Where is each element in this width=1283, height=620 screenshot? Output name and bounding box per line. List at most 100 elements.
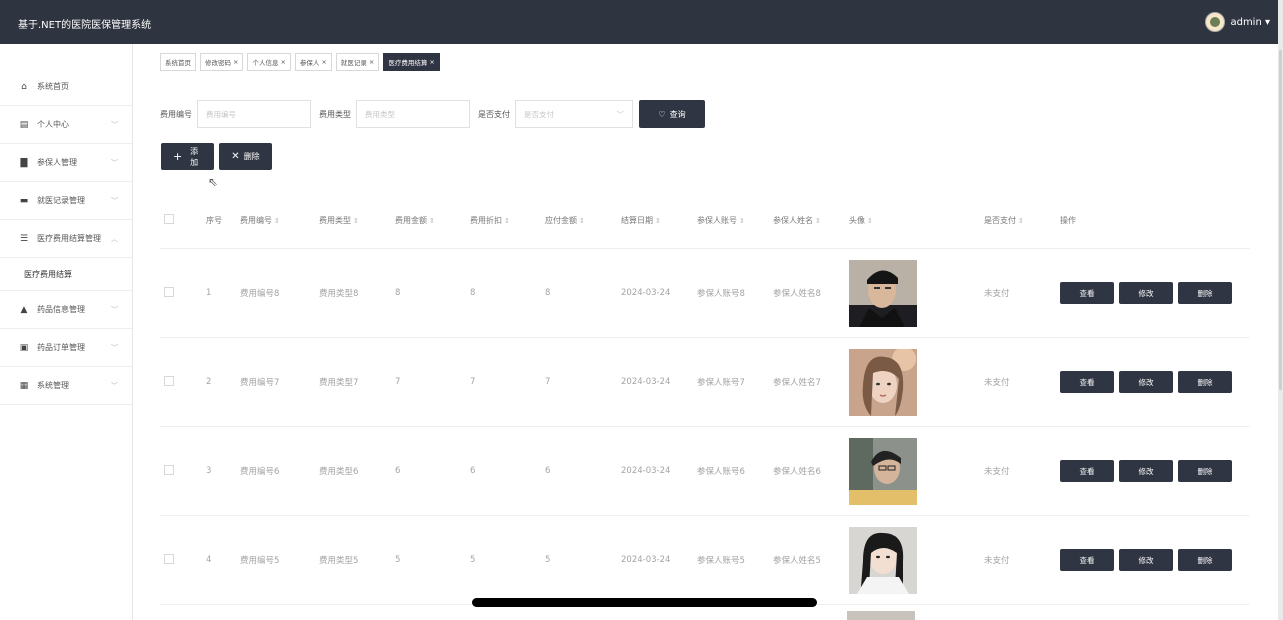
clipboard-icon: ▣ — [19, 342, 29, 353]
action-buttons: + 添加 ✕ 删除 — [161, 143, 272, 170]
column-header[interactable]: 费用折扣 ⇕ — [466, 192, 541, 249]
sidebar-item[interactable]: ▲ 药品信息管理 ﹀ — [0, 291, 132, 329]
tab[interactable]: 参保人 × — [294, 53, 332, 71]
column-header[interactable]: 结算日期 ⇕ — [617, 192, 693, 249]
tab-close-icon[interactable]: × — [369, 58, 374, 66]
row-actions-cell: 查看 修改 删除 — [1056, 248, 1250, 338]
chevron-down-icon: ﹀ — [111, 381, 118, 390]
column-header[interactable]: 参保人账号 ⇕ — [693, 192, 769, 249]
sidebar-item[interactable]: ▇ 参保人管理 ﹀ — [0, 144, 132, 182]
column-header-label: 操作 — [1060, 215, 1076, 225]
tab-label: 系统首页 — [165, 59, 191, 67]
tab-close-icon[interactable]: × — [321, 58, 326, 66]
column-header-label: 费用类型 — [319, 215, 351, 225]
row-checkbox[interactable] — [164, 286, 174, 297]
fee-code-cell: 费用编号5 — [236, 515, 315, 605]
sort-icon[interactable]: ⇕ — [1018, 217, 1024, 225]
page-scrollbar[interactable] — [1278, 0, 1283, 620]
close-icon: ✕ — [231, 151, 240, 162]
delete-selected-button[interactable]: ✕ 删除 — [219, 143, 272, 170]
avatar[interactable] — [849, 526, 917, 594]
edit-button[interactable]: 修改 — [1119, 549, 1173, 571]
user-avatar-icon[interactable] — [1205, 12, 1226, 32]
add-button[interactable]: + 添加 — [161, 143, 214, 170]
paid-status-cell: 未支付 — [980, 337, 1056, 427]
user-menu[interactable]: admin ▾ — [1205, 12, 1270, 32]
username-label[interactable]: admin ▾ — [1230, 17, 1270, 28]
row-checkbox[interactable] — [164, 464, 174, 475]
sidebar-item-label: 系统管理 — [37, 381, 69, 390]
sort-icon[interactable]: ⇕ — [274, 217, 280, 225]
heart-icon: ♡ — [658, 109, 666, 119]
paid-status-cell: 未支付 — [980, 426, 1056, 516]
tab-close-icon[interactable]: × — [233, 58, 238, 66]
column-header[interactable]: 是否支付 ⇕ — [980, 192, 1056, 249]
sort-icon[interactable]: ⇕ — [655, 217, 661, 225]
paid-status-select[interactable]: 是否支付 ﹀ — [515, 100, 633, 128]
fee-type-cell: 费用类型7 — [315, 337, 391, 427]
view-button[interactable]: 查看 — [1060, 282, 1114, 304]
sort-icon[interactable]: ⇕ — [579, 217, 585, 225]
tab-close-icon[interactable]: × — [280, 58, 285, 66]
column-header[interactable]: 费用金额 ⇕ — [391, 192, 466, 249]
delete-button[interactable]: 删除 — [1178, 371, 1232, 393]
select-all-checkbox[interactable] — [164, 214, 174, 224]
column-header[interactable]: 应付金额 ⇕ — [541, 192, 617, 249]
avatar[interactable] — [849, 348, 917, 416]
sidebar-item[interactable]: ▤ 个人中心 ﹀ — [0, 106, 132, 144]
sort-icon[interactable]: ⇕ — [353, 217, 359, 225]
edit-button[interactable]: 修改 — [1119, 460, 1173, 482]
add-button-label: 添加 — [190, 146, 199, 167]
tab[interactable]: 系统首页 — [160, 53, 196, 71]
tab[interactable]: 修改密码 × — [200, 53, 244, 71]
search-button[interactable]: ♡ 查询 — [639, 100, 705, 128]
column-header: 操作 — [1056, 192, 1250, 249]
tab[interactable]: 医疗费用结算 × — [383, 53, 440, 71]
sidebar-item[interactable]: ⌂ 系统首页 — [0, 44, 132, 106]
sort-icon[interactable]: ⇕ — [504, 217, 510, 225]
scrollbar-thumb[interactable] — [1279, 50, 1282, 390]
fee-code-cell: 费用编号8 — [236, 248, 315, 338]
fee-type-cell: 费用类型8 — [315, 248, 391, 338]
insured-account-cell: 参保人账号7 — [693, 337, 769, 427]
sort-icon[interactable]: ⇕ — [429, 217, 435, 225]
sort-icon[interactable]: ⇕ — [739, 217, 745, 225]
sidebar-item[interactable]: ▣ 药品订单管理 ﹀ — [0, 329, 132, 367]
column-header[interactable]: 费用编号 ⇕ — [236, 192, 315, 249]
sort-icon[interactable]: ⇕ — [815, 217, 821, 225]
sort-icon[interactable]: ⇕ — [867, 217, 873, 225]
submenu-item-fee-settlement[interactable]: 医疗费用结算 — [0, 258, 132, 291]
column-header[interactable]: 头像 ⇕ — [845, 192, 980, 249]
payable-amount-cell: 7 — [541, 337, 617, 427]
tab[interactable]: 就医记录 × — [335, 53, 380, 71]
avatar[interactable] — [849, 437, 917, 505]
fee-type-input[interactable] — [356, 100, 470, 128]
delete-button[interactable]: 删除 — [1178, 460, 1232, 482]
fee-discount-cell: 5 — [466, 515, 541, 605]
view-button[interactable]: 查看 — [1060, 460, 1114, 482]
fee-discount-cell: 7 — [466, 337, 541, 427]
edit-button[interactable]: 修改 — [1119, 282, 1173, 304]
row-checkbox[interactable] — [164, 375, 174, 386]
sidebar-item[interactable]: ▦ 系统管理 ﹀ — [0, 367, 132, 405]
paid-status-cell: 未支付 — [980, 248, 1056, 338]
view-button[interactable]: 查看 — [1060, 549, 1114, 571]
row-checkbox[interactable] — [164, 553, 174, 564]
tab-close-icon[interactable]: × — [429, 58, 434, 66]
delete-button[interactable]: 删除 — [1178, 549, 1232, 571]
column-header-label: 应付金额 — [545, 215, 577, 225]
delete-button[interactable]: 删除 — [1178, 282, 1232, 304]
monitor-icon: ▬ — [19, 195, 29, 206]
column-header[interactable]: 参保人姓名 ⇕ — [769, 192, 845, 249]
sidebar-item[interactable]: ☰ 医疗费用结算管理 ︿ — [0, 220, 132, 258]
sidebar-item[interactable]: ▬ 就医记录管理 ﹀ — [0, 182, 132, 220]
delete-button-label: 删除 — [243, 152, 260, 161]
tab-bar: 系统首页 修改密码 × 个人信息 × 参保人 × 就医记录 × 医疗费用结算 × — [160, 53, 440, 71]
avatar[interactable] — [849, 259, 917, 327]
view-button[interactable]: 查看 — [1060, 371, 1114, 393]
column-header[interactable]: 费用类型 ⇕ — [315, 192, 391, 249]
fee-code-input[interactable] — [197, 100, 311, 128]
tab[interactable]: 个人信息 × — [247, 53, 291, 71]
column-header-label: 费用金额 — [395, 215, 427, 225]
edit-button[interactable]: 修改 — [1119, 371, 1173, 393]
